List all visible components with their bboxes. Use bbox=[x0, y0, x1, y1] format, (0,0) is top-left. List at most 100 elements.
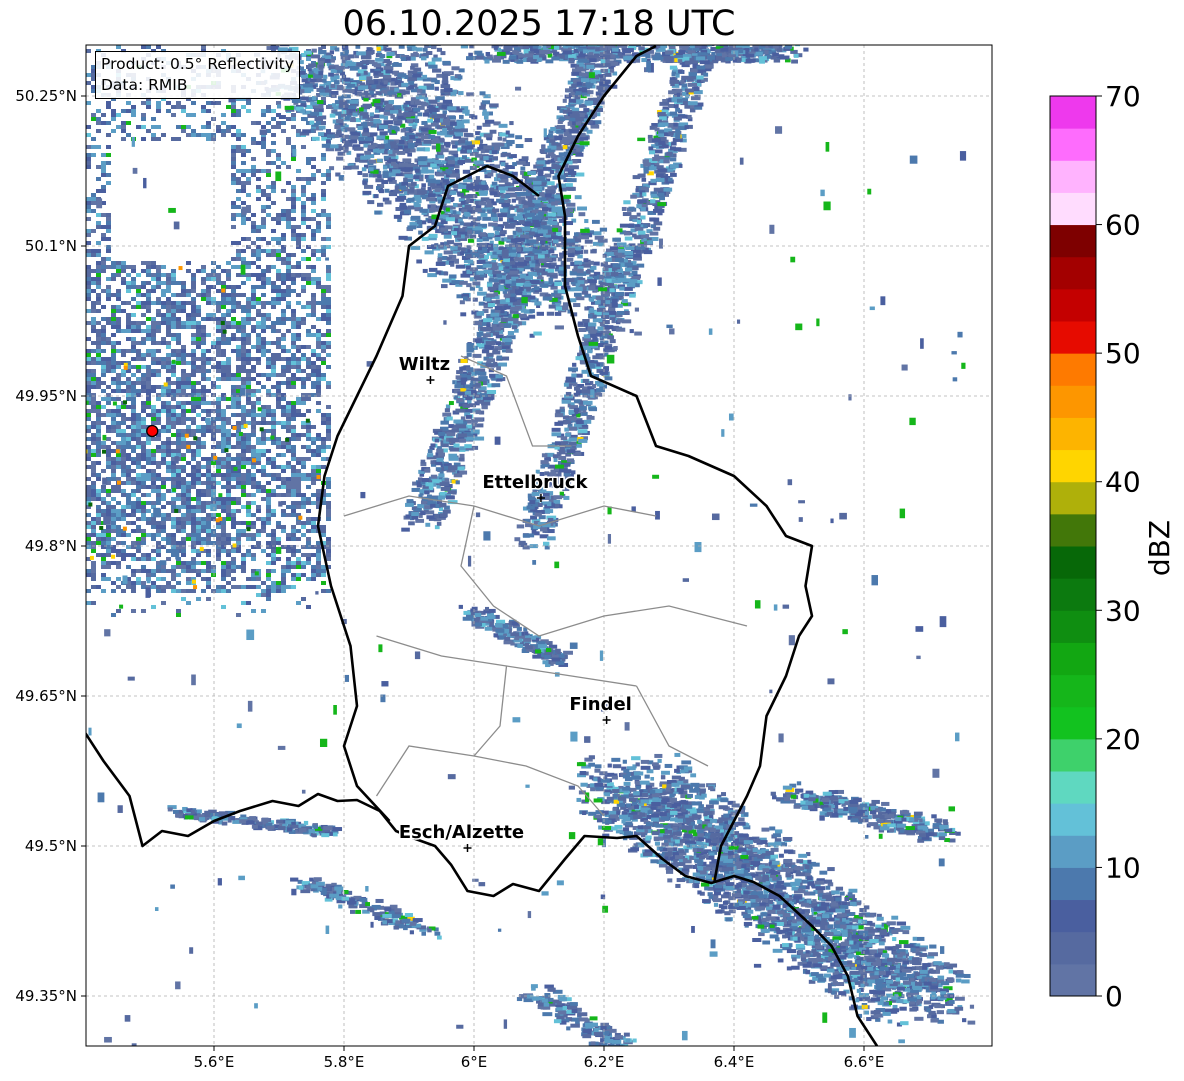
echo-cell bbox=[171, 469, 176, 473]
echo-cell bbox=[387, 177, 393, 182]
echo-cell bbox=[191, 521, 196, 525]
echo-cell bbox=[91, 425, 96, 429]
echo-cell bbox=[597, 238, 608, 243]
echo-cell bbox=[96, 401, 101, 405]
echo-cell bbox=[276, 405, 281, 409]
echo-cell bbox=[136, 501, 141, 505]
echo-cell bbox=[176, 317, 181, 321]
echo-cell bbox=[311, 441, 316, 445]
echo-cell bbox=[176, 421, 181, 425]
echo-cell bbox=[196, 561, 201, 565]
echo-cell bbox=[196, 133, 201, 137]
echo-cell bbox=[101, 373, 106, 377]
echo-cell bbox=[196, 461, 201, 465]
echo-cell bbox=[91, 385, 96, 389]
echo-cell bbox=[171, 365, 176, 369]
echo-cell bbox=[416, 219, 423, 224]
echo-cell bbox=[141, 513, 146, 517]
echo-cell bbox=[201, 465, 206, 469]
echo-cell bbox=[256, 441, 261, 445]
echo-cell bbox=[311, 437, 316, 441]
echo-cell bbox=[221, 377, 226, 381]
echo-cell bbox=[221, 509, 226, 513]
echo-cell bbox=[186, 125, 191, 129]
echo-cell bbox=[106, 549, 111, 553]
echo-cell bbox=[91, 253, 96, 257]
echo-cell bbox=[266, 377, 271, 381]
echo-cell bbox=[311, 269, 316, 273]
echo-cell bbox=[141, 473, 146, 477]
echo-cell bbox=[231, 265, 236, 269]
echo-cell bbox=[231, 373, 236, 377]
echo-cell bbox=[256, 185, 261, 189]
echo-cell bbox=[121, 481, 126, 485]
echo-cell bbox=[171, 521, 176, 525]
echo-cell bbox=[221, 301, 226, 305]
echo-cell bbox=[537, 275, 543, 280]
echo-cell bbox=[106, 385, 111, 389]
echo-cell bbox=[321, 529, 326, 533]
echo-cell bbox=[306, 365, 311, 369]
echo-cell bbox=[111, 277, 116, 281]
echo-cell bbox=[141, 501, 146, 505]
echo-cell bbox=[226, 469, 231, 473]
echo-cell bbox=[326, 417, 331, 421]
echo-cell bbox=[116, 441, 121, 445]
echo-cell bbox=[246, 265, 251, 269]
echo-cell bbox=[106, 445, 111, 449]
echo-cell bbox=[236, 497, 241, 501]
echo-cell bbox=[261, 237, 266, 241]
echo-cell bbox=[375, 91, 382, 96]
echo-cell bbox=[366, 28, 373, 32]
echo-cell bbox=[141, 453, 146, 457]
echo-cell bbox=[141, 417, 146, 421]
echo-cell bbox=[191, 505, 196, 509]
echo-cell bbox=[136, 293, 141, 297]
echo-cell bbox=[281, 421, 286, 425]
echo-cell bbox=[276, 101, 281, 105]
echo-cell bbox=[146, 573, 151, 577]
echo-cell bbox=[161, 477, 166, 481]
echo-cell bbox=[96, 437, 101, 441]
echo-cell bbox=[281, 233, 286, 237]
echo-cell bbox=[216, 273, 221, 277]
echo-cell bbox=[266, 185, 271, 189]
echo-cell bbox=[231, 153, 236, 157]
echo-cell bbox=[211, 421, 216, 425]
echo-cell bbox=[599, 227, 608, 232]
echo-cell bbox=[156, 285, 161, 289]
echo-cell bbox=[321, 357, 326, 361]
echo-cell bbox=[106, 397, 111, 401]
echo-cell bbox=[326, 385, 331, 389]
echo-cell bbox=[111, 317, 116, 321]
echo-cell bbox=[291, 573, 296, 577]
echo-cell bbox=[126, 453, 131, 457]
echo-cell bbox=[191, 373, 196, 377]
echo-cell bbox=[91, 377, 96, 381]
echo-cell bbox=[435, 261, 446, 266]
echo-cell bbox=[301, 249, 306, 253]
echo-cell bbox=[176, 485, 181, 489]
echo-cell bbox=[226, 565, 231, 569]
echo-cell bbox=[311, 313, 316, 317]
echo-cell bbox=[171, 477, 176, 481]
echo-cell bbox=[231, 485, 236, 489]
echo-cell bbox=[161, 513, 166, 517]
echo-cell bbox=[201, 525, 206, 529]
echo-cell bbox=[171, 541, 176, 545]
echo-cell bbox=[564, 208, 574, 213]
echo-cell bbox=[96, 449, 101, 453]
echo-cell bbox=[271, 465, 276, 469]
echo-cell bbox=[211, 573, 216, 577]
echo-cell bbox=[151, 117, 156, 121]
echo-cell bbox=[211, 381, 216, 385]
echo-cell bbox=[201, 365, 206, 369]
echo-cell bbox=[276, 353, 281, 357]
echo-cell bbox=[452, 184, 459, 189]
echo-cell bbox=[96, 249, 101, 253]
echo-cell bbox=[226, 261, 231, 265]
echo-cell bbox=[368, 159, 377, 164]
echo-cell bbox=[191, 513, 196, 517]
echo-cell bbox=[236, 249, 241, 253]
echo-cell bbox=[251, 317, 256, 321]
